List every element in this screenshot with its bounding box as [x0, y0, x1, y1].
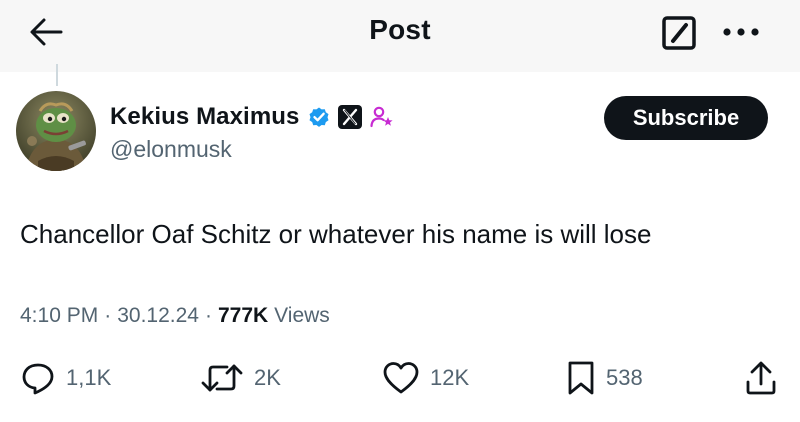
post-text: Chancellor Oaf Schitz or whatever his na… [20, 219, 652, 249]
more-horizontal-icon [721, 27, 761, 37]
meta-separator: · [204, 304, 212, 327]
avatar[interactable] [16, 91, 96, 171]
compose-button[interactable] [658, 12, 700, 54]
action-bar: 1,1K 2K 12K 538 [0, 356, 800, 404]
affiliate-person-icon[interactable] [369, 104, 395, 130]
post-metadata: 4:10 PM · 30.12.24 · 777K Views [20, 304, 330, 328]
views-count[interactable]: 777K [218, 304, 268, 328]
like-button[interactable]: 12K [382, 356, 469, 400]
more-button[interactable] [716, 14, 766, 50]
reply-count: 1,1K [66, 365, 112, 390]
heart-icon [382, 360, 420, 396]
thread-connector-line [56, 64, 58, 86]
reply-button[interactable]: 1,1K [20, 356, 111, 400]
views-label: Views [274, 304, 330, 327]
author-display-name[interactable]: Kekius Maximus [110, 103, 299, 131]
subscribe-button[interactable]: Subscribe [604, 96, 768, 140]
x-affiliate-badge-icon[interactable] [337, 104, 363, 130]
bookmark-icon [566, 360, 596, 396]
like-count: 12K [430, 365, 470, 390]
compose-icon [661, 15, 697, 51]
bookmark-button[interactable]: 538 [566, 356, 643, 400]
post-date[interactable]: 30.12.24 [117, 304, 199, 328]
repost-button[interactable]: 2K [200, 356, 281, 400]
share-icon [744, 360, 778, 396]
share-button[interactable] [744, 356, 778, 400]
repost-count: 2K [254, 365, 281, 390]
post-time[interactable]: 4:10 PM [20, 304, 98, 328]
reply-icon [20, 360, 56, 396]
author-handle[interactable]: @elonmusk [110, 136, 232, 163]
verified-badge-icon[interactable] [307, 105, 331, 129]
meta-separator: · [104, 304, 112, 327]
author-name-row: Kekius Maximus [110, 102, 395, 132]
top-bar: Post [0, 0, 800, 72]
bookmark-count: 538 [606, 365, 643, 390]
repost-icon [200, 360, 244, 396]
